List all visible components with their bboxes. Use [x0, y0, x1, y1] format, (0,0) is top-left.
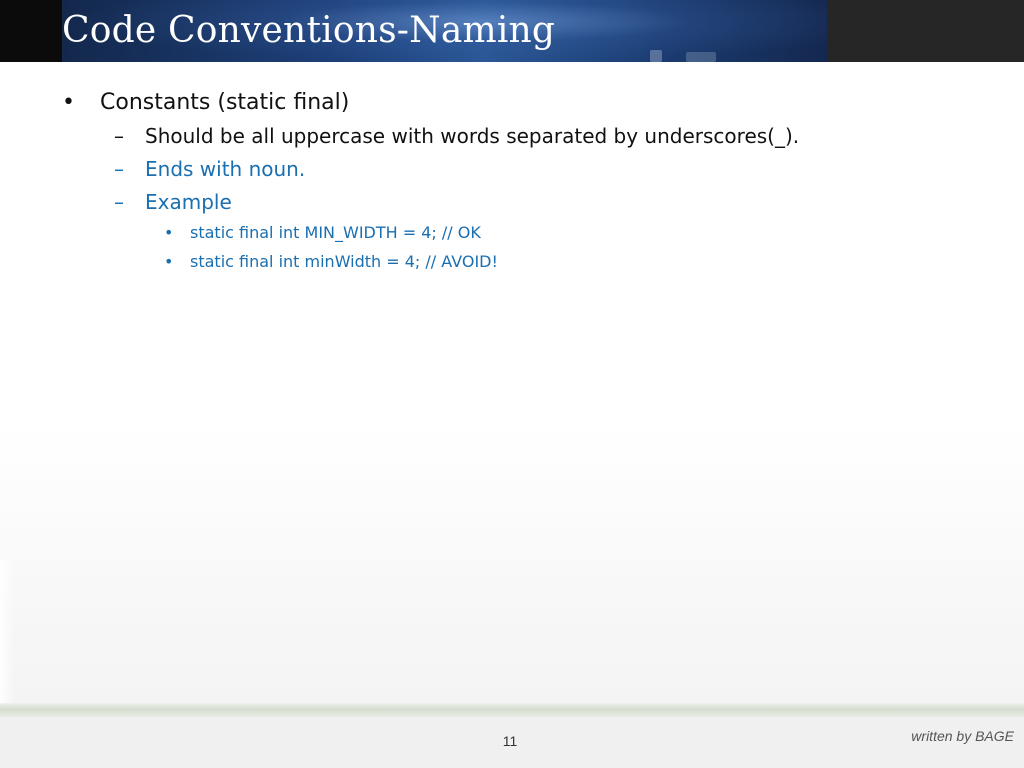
sub-bullet-text: Should be all uppercase with words separ…: [145, 124, 800, 148]
bullet-icon: •: [164, 252, 174, 271]
header-decoration: [686, 52, 716, 62]
title-bar: Code Conventions-Naming: [0, 0, 1024, 62]
bullet-icon: •: [62, 90, 75, 115]
title-bar-left-block: [0, 0, 62, 62]
dash-icon: –: [114, 124, 124, 148]
dash-icon: –: [114, 157, 124, 181]
slide-title: Code Conventions-Naming: [62, 10, 556, 51]
sub-bullet-text: Ends with noun.: [145, 157, 306, 181]
author-credit: written by BAGE: [911, 728, 1014, 744]
header-decoration: [650, 50, 662, 62]
bullet-text: Constants (static final): [100, 90, 350, 115]
edge-highlight: [0, 560, 14, 710]
example-code-text: static final int MIN_WIDTH = 4; // OK: [190, 223, 481, 242]
footer-divider: [0, 703, 1024, 717]
bullet-icon: •: [164, 223, 174, 242]
title-bar-right-block: [827, 0, 1024, 62]
sub-bullet-text: Example: [145, 190, 232, 214]
example-code-text: static final int minWidth = 4; // AVOID!: [190, 252, 498, 271]
dash-icon: –: [114, 190, 124, 214]
page-number: 11: [502, 733, 518, 749]
